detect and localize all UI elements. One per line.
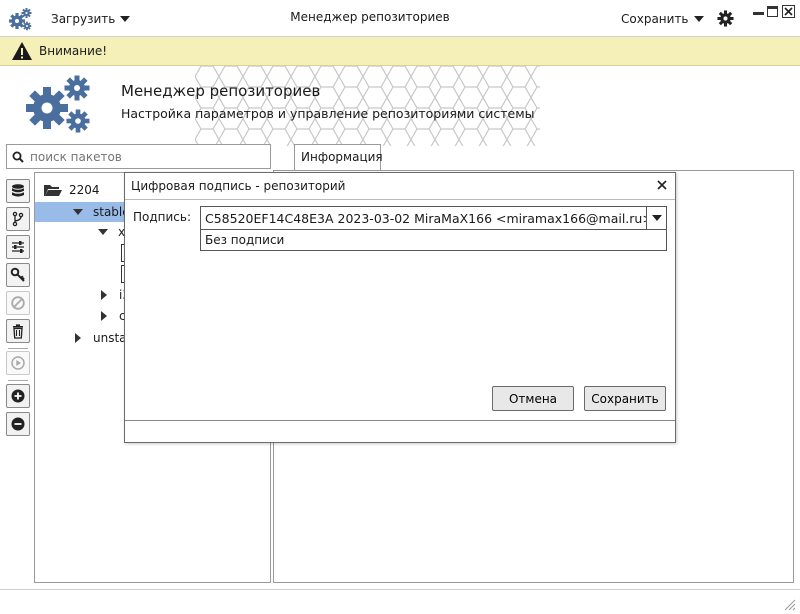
signature-dialog: Цифровая подпись - репозиторий Подпись: …: [124, 172, 676, 443]
remove-icon: [11, 417, 25, 431]
sliders-icon: [12, 241, 24, 253]
signature-select[interactable]: C58520EF14C48E3A 2023-03-02 MiraMaX166 <…: [200, 206, 667, 230]
settings-sliders-button[interactable]: [6, 235, 30, 259]
signature-label: Подпись:: [133, 210, 192, 224]
trash-icon: [13, 324, 23, 339]
chevron-down-icon: [693, 16, 704, 22]
add-button[interactable]: [6, 384, 30, 408]
maximize-button[interactable]: [767, 6, 778, 17]
save-menu-label: Сохранить: [621, 12, 689, 26]
header-gears-icon: [26, 75, 90, 133]
page-title: Менеджер репозиториев: [121, 82, 321, 100]
gear-icon[interactable]: [717, 10, 734, 27]
folder-open-icon: [44, 185, 62, 196]
page-subtitle: Настройка параметров и управление репози…: [121, 106, 535, 121]
search-box[interactable]: [6, 144, 271, 169]
dialog-title: Цифровая подпись - репозиторий: [131, 179, 346, 193]
block-icon: [11, 296, 25, 310]
collapse-arrow-icon: [75, 333, 81, 343]
cancel-button[interactable]: Отмена: [492, 386, 574, 411]
warning-icon: [12, 42, 32, 60]
chevron-down-icon: [651, 215, 662, 221]
key-button[interactable]: [6, 263, 30, 287]
database-icon: [12, 184, 24, 197]
dropdown-button[interactable]: [646, 207, 666, 229]
toolbar-separator: [8, 380, 28, 381]
close-window-icon[interactable]: [782, 5, 795, 18]
dialog-footer-divider: [125, 420, 675, 421]
resize-grip-icon[interactable]: [782, 597, 796, 611]
warning-text: Внимание!: [39, 44, 108, 58]
delete-button[interactable]: [6, 319, 30, 343]
play-button[interactable]: [6, 351, 30, 375]
save-button[interactable]: Сохранить: [584, 386, 666, 411]
branch-button[interactable]: [6, 207, 30, 231]
add-icon: [11, 389, 25, 403]
save-menu-button[interactable]: Сохранить: [621, 10, 704, 28]
tree-item-x[interactable]: x: [98, 222, 125, 242]
key-icon: [10, 267, 25, 282]
warning-banner: Внимание!: [0, 37, 800, 66]
search-icon: [12, 151, 24, 163]
tab-information[interactable]: Информация: [294, 144, 383, 170]
database-button[interactable]: [6, 179, 30, 203]
close-icon[interactable]: [655, 178, 669, 192]
signature-selected-value: C58520EF14C48E3A 2023-03-02 MiraMaX166 <…: [205, 210, 646, 226]
tree-item-label: unsta: [93, 331, 127, 345]
dialog-title-divider: [125, 199, 675, 200]
tree-item-unstable[interactable]: unsta: [75, 328, 127, 348]
expand-arrow-icon: [73, 209, 83, 215]
branch-icon: [12, 211, 24, 227]
collapse-arrow-icon: [101, 311, 107, 321]
play-icon: [11, 356, 25, 370]
tree-item-root[interactable]: 2204: [43, 180, 100, 200]
status-bar: [0, 589, 800, 614]
collapse-arrow-icon: [101, 290, 107, 300]
tree-item-c[interactable]: c: [101, 306, 126, 326]
remove-button[interactable]: [6, 412, 30, 436]
search-input[interactable]: [28, 148, 258, 165]
toolbar-separator: [8, 348, 28, 349]
signature-option-unsigned[interactable]: Без подписи: [200, 230, 667, 251]
minimize-button[interactable]: [753, 12, 764, 15]
disable-button[interactable]: [6, 291, 30, 315]
tree-item-label: 2204: [69, 183, 100, 197]
expand-arrow-icon: [98, 229, 108, 235]
